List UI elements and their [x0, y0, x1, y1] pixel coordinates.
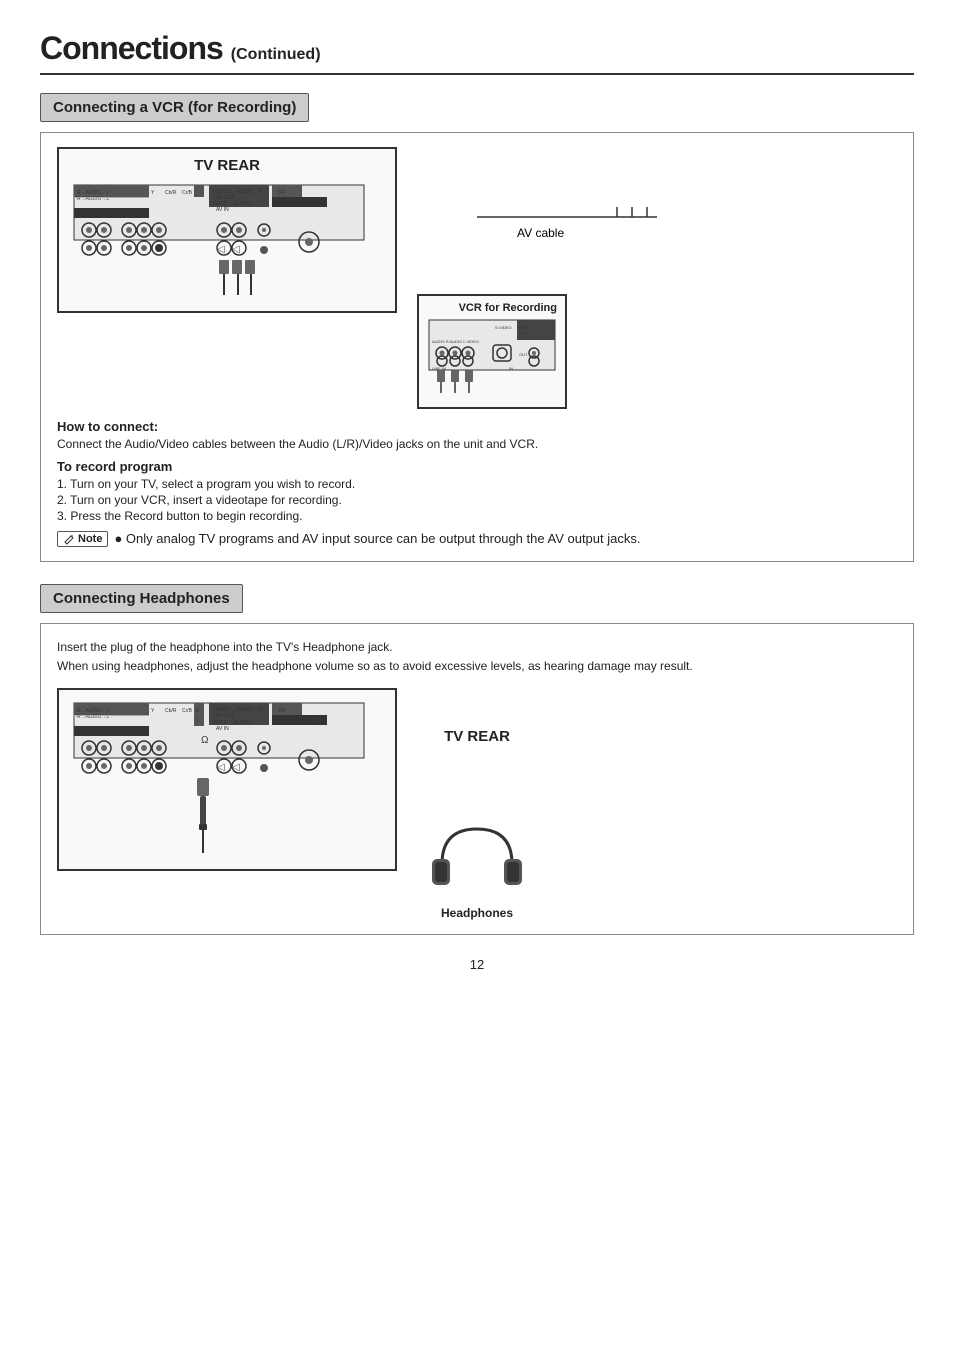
- tv-rear-svg-vcr: R←AUDIO←L R→AUDIO→L COMPONENT IN Y Cb/R …: [69, 180, 369, 300]
- tv-rear-box-vcr: TV REAR R←AUDIO←L R→AUDIO→L COMPONENT IN…: [57, 147, 397, 313]
- svg-text:AV IN: AV IN: [216, 726, 229, 732]
- how-to-connect-text: Connect the Audio/Video cables between t…: [57, 437, 897, 451]
- svg-text:◁: ◁: [232, 762, 240, 773]
- page-title-main: Connections: [40, 30, 223, 67]
- tv-rear-right-label: TV REAR: [444, 728, 510, 745]
- svg-text:2: 2: [196, 708, 199, 714]
- svg-text:AUDIO R AUDIO L VIDEO: AUDIO R AUDIO L VIDEO: [432, 339, 479, 344]
- svg-text:RF: RF: [279, 190, 286, 196]
- note-text: ● Only analog TV programs and AV input s…: [114, 531, 640, 546]
- svg-text:Cr/B: Cr/B: [182, 708, 193, 714]
- to-record-step-3: 3. Press the Record button to begin reco…: [57, 509, 897, 523]
- svg-text:AV IN: AV IN: [216, 207, 229, 213]
- svg-text:Cr/B: Cr/B: [182, 190, 193, 196]
- hp-diagram-area: R←AUDIO←L R→AUDIO→L COMPONENT IN Y Cb/R …: [57, 688, 897, 920]
- svg-text:1: 1: [196, 718, 199, 724]
- headphones-icon-area: Headphones: [427, 819, 527, 920]
- note-label: Note: [57, 531, 108, 547]
- to-record-step-2: 2. Turn on your VCR, insert a videotape …: [57, 493, 897, 507]
- how-to-connect: How to connect: Connect the Audio/Video …: [57, 419, 897, 451]
- svg-text:◁: ◁: [232, 244, 240, 255]
- svg-text:LINE: LINE: [519, 325, 528, 330]
- vcr-section-box: TV REAR R←AUDIO←L R→AUDIO→L COMPONENT IN…: [40, 132, 914, 562]
- to-record-steps-list: 1. Turn on your TV, select a program you…: [57, 477, 897, 523]
- note-box: Note ● Only analog TV programs and AV in…: [57, 531, 897, 547]
- svg-text:Cb/R: Cb/R: [165, 190, 177, 196]
- note-icon: [63, 533, 75, 545]
- svg-text:RS-232 S/PDIF: RS-232 S/PDIF: [275, 200, 309, 206]
- page-title-sub: (Continued): [231, 46, 321, 64]
- to-record: To record program 1. Turn on your TV, se…: [57, 459, 897, 523]
- svg-text:COMPONENT IN: COMPONENT IN: [87, 729, 126, 735]
- hp-tv-rear-svg: R←AUDIO←L R→AUDIO→L COMPONENT IN Y Cb/R …: [69, 698, 369, 858]
- svg-text:R→AUDIO→L: R→AUDIO→L: [77, 714, 109, 720]
- svg-text:RF: RF: [279, 708, 286, 714]
- svg-text:OUT: OUT: [519, 331, 528, 336]
- note-text-content: Only analog TV programs and AV input sou…: [126, 531, 641, 546]
- svg-text:OUT: OUT: [519, 352, 528, 357]
- svg-text:◁: ◁: [217, 244, 225, 255]
- page-number: 12: [40, 957, 914, 972]
- how-to-connect-heading: How to connect:: [57, 419, 897, 434]
- headphones-section-header: Connecting Headphones: [40, 584, 243, 613]
- headphones-section-box: Insert the plug of the headphone into th…: [40, 623, 914, 935]
- headphones-icon: [427, 819, 527, 899]
- vcr-diagram-area: TV REAR R←AUDIO←L R→AUDIO→L COMPONENT IN…: [57, 147, 897, 409]
- page-title-area: Connections (Continued): [40, 30, 914, 75]
- svg-text:Ω: Ω: [201, 735, 209, 746]
- vcr-label: VCR for Recording: [427, 302, 557, 314]
- svg-text:AV cable: AV cable: [517, 226, 564, 240]
- vcr-section-header: Connecting a VCR (for Recording): [40, 93, 309, 122]
- svg-text:S-VIDEO: S-VIDEO: [495, 325, 511, 330]
- to-record-heading: To record program: [57, 459, 897, 474]
- headphone-intro-line1: Insert the plug of the headphone into th…: [57, 638, 897, 657]
- vcr-box: VCR for Recording LINE OUT S-VIDEO AUDIO…: [417, 294, 567, 409]
- svg-text:◁: ◁: [217, 762, 225, 773]
- headphones-label: Headphones: [427, 906, 527, 920]
- vcr-svg: LINE OUT S-VIDEO AUDIO R AUDIO L VIDEO: [427, 318, 557, 398]
- headphone-intro-line2: When using headphones, adjust the headph…: [57, 657, 897, 676]
- headphone-intro: Insert the plug of the headphone into th…: [57, 638, 897, 676]
- svg-text:COMPONENT IN: COMPONENT IN: [87, 211, 126, 217]
- tv-rear-label-vcr: TV REAR: [69, 157, 385, 174]
- svg-text:R→AUDIO→L: R→AUDIO→L: [77, 196, 109, 202]
- to-record-step-1: 1. Turn on your TV, select a program you…: [57, 477, 897, 491]
- hp-right: TV REAR Headphones: [427, 688, 527, 920]
- svg-text:Cb/R: Cb/R: [165, 708, 177, 714]
- svg-text:AV OUT: AV OUT: [216, 713, 234, 719]
- svg-text:IN: IN: [509, 366, 513, 371]
- vcr-cable-area: AV cable VCR for Recording LINE OUT: [417, 147, 897, 409]
- cable-svg: AV cable: [477, 207, 677, 287]
- hp-tv-box: R←AUDIO←L R→AUDIO→L COMPONENT IN Y Cb/R …: [57, 688, 397, 871]
- svg-text:RS-232 S/PDIF: RS-232 S/PDIF: [275, 718, 309, 724]
